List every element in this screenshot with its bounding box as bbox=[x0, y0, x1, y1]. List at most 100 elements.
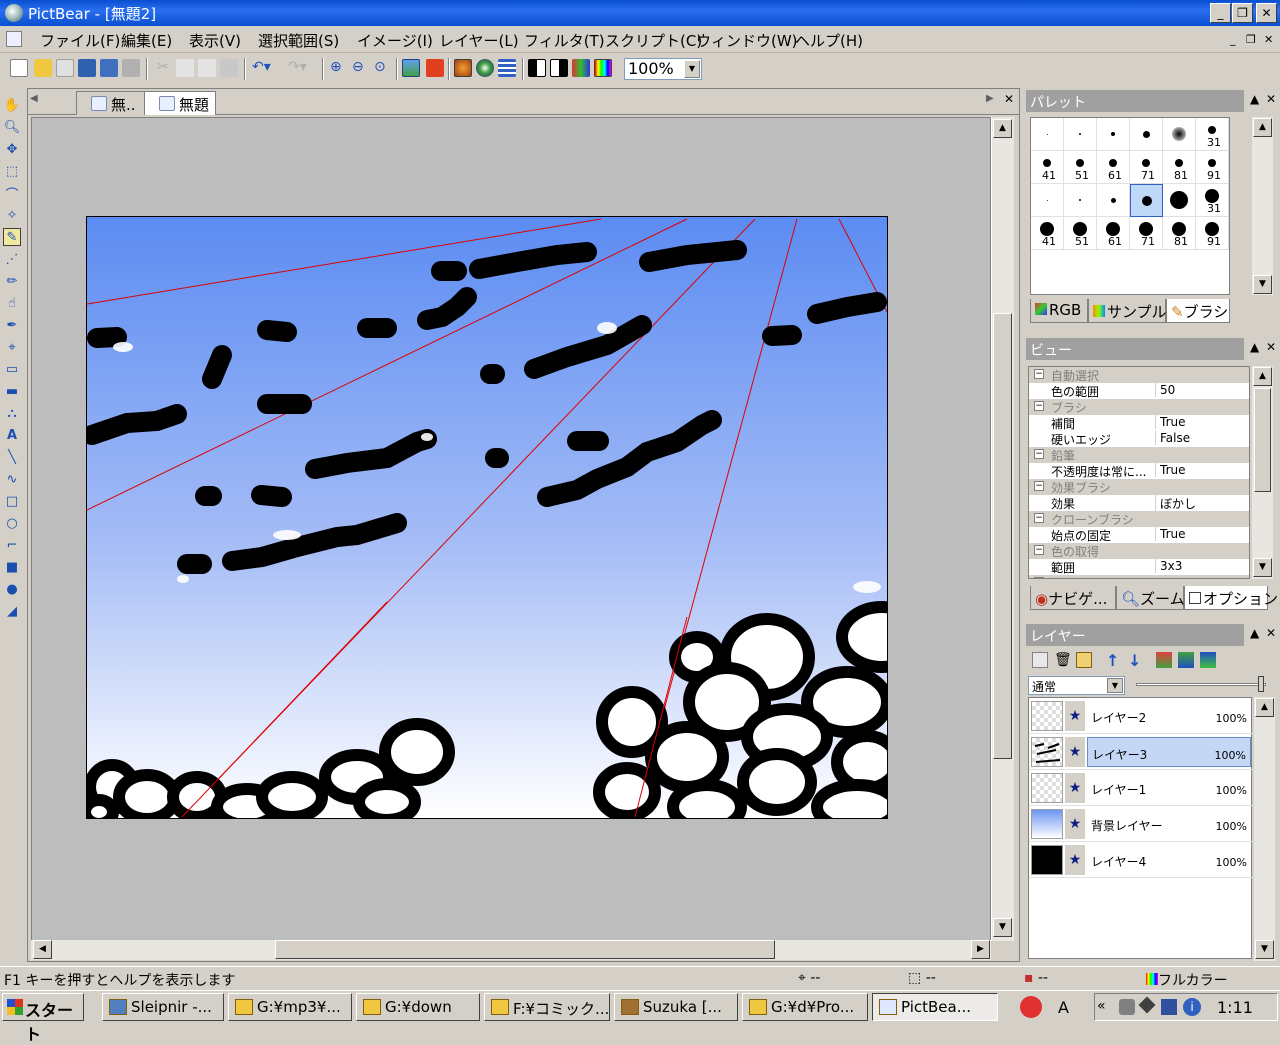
fill-tool-icon[interactable]: ⛬ bbox=[3, 404, 21, 422]
blend-mode-select[interactable]: 通常 ▼ bbox=[1028, 676, 1125, 695]
collapse-icon[interactable]: − bbox=[1034, 577, 1044, 578]
polyline-tool-icon[interactable]: ⌐ bbox=[3, 536, 21, 554]
print-icon[interactable] bbox=[122, 59, 140, 77]
channels-icon[interactable] bbox=[572, 59, 590, 77]
hand-tool-icon[interactable]: ✋ bbox=[3, 96, 21, 114]
layer-row[interactable]: ★ 背景レイヤー 100% bbox=[1029, 806, 1253, 842]
panel-close-icon[interactable]: ✕ bbox=[1266, 92, 1276, 106]
taskbar-button[interactable]: PictBea... bbox=[872, 993, 998, 1021]
zoom-tool-icon[interactable]: 🔍︎ bbox=[3, 118, 21, 136]
airbrush-tool-icon[interactable]: ⋰ bbox=[3, 250, 21, 268]
brush-preset[interactable]: 71 bbox=[1130, 217, 1163, 250]
menu-file[interactable]: ファイル(F) bbox=[40, 30, 120, 51]
filled-ellipse-tool-icon[interactable]: ● bbox=[3, 580, 21, 598]
property-row[interactable]: 範囲 3x3 bbox=[1029, 559, 1249, 575]
layer-scrollbar[interactable]: ▲ ▼ bbox=[1254, 697, 1275, 961]
tab-scroll-left-icon[interactable]: ◀ bbox=[30, 93, 38, 104]
property-value[interactable]: True bbox=[1155, 415, 1249, 429]
doc-icon[interactable] bbox=[6, 31, 22, 47]
scroll-down-icon[interactable]: ▼ bbox=[1253, 558, 1272, 577]
filled-poly-tool-icon[interactable]: ◢ bbox=[3, 602, 21, 620]
property-value[interactable]: 3x3 bbox=[1155, 559, 1249, 573]
zoom-select[interactable]: 100% ▼ bbox=[624, 58, 702, 80]
mdi-min-icon[interactable]: _ bbox=[1230, 33, 1236, 46]
property-value[interactable]: True bbox=[1155, 527, 1249, 541]
brush-tool-icon[interactable]: ✎ bbox=[3, 228, 21, 246]
tray-camera-icon[interactable] bbox=[1119, 999, 1135, 1015]
redo-icon[interactable]: ↷▾ bbox=[288, 59, 307, 77]
layer-name-cell[interactable]: レイヤー2 100% bbox=[1087, 701, 1251, 731]
brush-preset[interactable] bbox=[1130, 118, 1163, 151]
copy-icon[interactable] bbox=[176, 59, 194, 77]
property-category[interactable]: − クローンブラシ bbox=[1029, 511, 1249, 527]
scroll-down-icon[interactable]: ▼ bbox=[1253, 275, 1272, 294]
property-category[interactable]: − ブラシ bbox=[1029, 399, 1249, 415]
taskbar-button[interactable]: G:¥mp3¥... bbox=[228, 993, 352, 1021]
palette-scrollbar[interactable]: ▲ ▼ bbox=[1252, 117, 1273, 295]
tab-rgb[interactable]: RGB bbox=[1030, 299, 1088, 323]
eraser-tool-icon[interactable]: ▭ bbox=[3, 360, 21, 378]
brush-preset[interactable] bbox=[1064, 118, 1097, 151]
brush-preset[interactable]: 91 bbox=[1196, 217, 1229, 250]
tray-network-icon[interactable] bbox=[1138, 996, 1156, 1014]
new-layer-icon[interactable] bbox=[1032, 652, 1048, 668]
panel-dropdown-icon[interactable]: ▲ bbox=[1250, 340, 1259, 354]
menu-layer[interactable]: レイヤー(L) bbox=[439, 30, 519, 51]
taskbar-button[interactable]: G:¥d¥Pro... bbox=[742, 993, 868, 1021]
layer-row[interactable]: ★ レイヤー2 100% bbox=[1029, 698, 1253, 734]
layer-name-cell[interactable]: 背景レイヤー 100% bbox=[1087, 809, 1251, 839]
layer-toggle-icon[interactable] bbox=[498, 59, 516, 77]
layer-name-cell[interactable]: レイヤー3 100% bbox=[1087, 737, 1251, 767]
brush-preset[interactable]: 61 bbox=[1097, 151, 1130, 184]
new-icon[interactable] bbox=[10, 59, 28, 77]
property-category[interactable]: − 効果ブラシ bbox=[1029, 479, 1249, 495]
zoom-out-icon[interactable]: ⊖ bbox=[352, 59, 370, 77]
clone-tool-icon[interactable]: ✒ bbox=[3, 316, 21, 334]
visibility-star-icon[interactable]: ★ bbox=[1065, 809, 1085, 839]
layer-row[interactable]: ★ レイヤー1 100% bbox=[1029, 770, 1253, 806]
collapse-icon[interactable]: − bbox=[1034, 401, 1044, 411]
scroll-down-icon[interactable]: ▼ bbox=[993, 918, 1012, 937]
property-value[interactable]: ぼかし bbox=[1155, 495, 1249, 512]
opacity-slider-handle[interactable] bbox=[1258, 676, 1264, 692]
scroll-up-icon[interactable]: ▲ bbox=[993, 119, 1012, 138]
tab-option[interactable]: オプション bbox=[1184, 586, 1278, 610]
minimize-button[interactable]: _ bbox=[1210, 3, 1231, 23]
tab-brush[interactable]: ✎ブラシ bbox=[1166, 299, 1230, 323]
property-category[interactable]: − 色の取得 bbox=[1029, 543, 1249, 559]
property-row[interactable]: 硬いエッジ False bbox=[1029, 431, 1249, 447]
menu-script[interactable]: スクリプト(C) bbox=[605, 30, 702, 51]
horizontal-scrollbar[interactable]: ◀ ▶ bbox=[31, 940, 991, 960]
app-icon[interactable] bbox=[5, 4, 23, 22]
tab-doc-1[interactable]: 無.. bbox=[76, 91, 152, 115]
line-tool-icon[interactable]: ╲ bbox=[3, 448, 21, 466]
property-value[interactable]: True bbox=[1155, 463, 1249, 477]
tab-scroll-right-icon[interactable]: ▶ bbox=[986, 93, 994, 104]
start-button[interactable]: スタート bbox=[2, 993, 84, 1044]
panel-dropdown-icon[interactable]: ▲ bbox=[1250, 92, 1259, 106]
vertical-scrollbar[interactable]: ▲ ▼ bbox=[991, 117, 1014, 941]
collapse-icon[interactable]: − bbox=[1034, 545, 1044, 555]
lasso-tool-icon[interactable]: ⌒ bbox=[3, 184, 21, 203]
taskbar-button[interactable]: F:¥コミック... bbox=[484, 993, 610, 1021]
layer-up-icon[interactable]: ↑ bbox=[1106, 651, 1119, 670]
brush-preset[interactable]: 51 bbox=[1064, 217, 1097, 250]
horizontal-scroll-thumb[interactable] bbox=[275, 940, 775, 959]
zoom-fit-icon[interactable]: ⊙ bbox=[374, 59, 392, 77]
scroll-down-icon[interactable]: ▼ bbox=[1255, 940, 1274, 959]
taskbar-button[interactable]: Sleipnir -... bbox=[102, 993, 224, 1021]
save-all-icon[interactable] bbox=[100, 59, 118, 77]
property-category[interactable]: − グラデーション bbox=[1029, 575, 1249, 578]
brush-preset[interactable] bbox=[1031, 184, 1064, 217]
property-value[interactable]: 50 bbox=[1155, 383, 1249, 397]
menu-image[interactable]: イメージ(I) bbox=[357, 30, 433, 51]
palette-toggle-icon[interactable] bbox=[454, 59, 472, 77]
property-category[interactable]: − 自動選択 bbox=[1029, 367, 1249, 383]
gradient-tool-icon[interactable]: ▬ bbox=[3, 382, 21, 400]
flatten-icon[interactable] bbox=[1200, 652, 1216, 668]
menu-help[interactable]: ヘルプ(H) bbox=[795, 30, 863, 51]
scroll-right-icon[interactable]: ▶ bbox=[971, 940, 990, 959]
crop-icon[interactable] bbox=[220, 59, 238, 77]
collapse-icon[interactable]: − bbox=[1034, 481, 1044, 491]
opacity-slider-track[interactable] bbox=[1136, 683, 1266, 686]
